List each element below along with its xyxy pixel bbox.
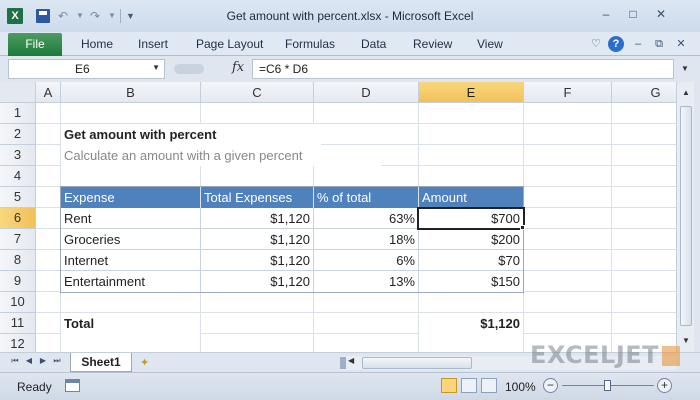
help-icon[interactable]: ? bbox=[608, 36, 624, 52]
table-cell[interactable]: $70 bbox=[419, 250, 523, 271]
next-sheet-icon[interactable]: ▶ bbox=[38, 356, 48, 365]
workbook-restore-button[interactable]: ⧉ bbox=[651, 36, 667, 52]
insert-function-icon[interactable]: fx bbox=[232, 60, 244, 75]
exceljet-watermark: EXCELJET bbox=[530, 341, 660, 369]
ribbon-collapse-icon[interactable]: ♡ bbox=[588, 36, 604, 52]
column-header-e[interactable]: E bbox=[419, 82, 524, 103]
table-cell[interactable]: $200 bbox=[419, 229, 523, 250]
workbook-close-button[interactable]: ✕ bbox=[673, 36, 689, 52]
normal-view-button[interactable] bbox=[441, 378, 457, 393]
tab-view[interactable]: View bbox=[477, 37, 503, 51]
zoom-level[interactable]: 100% bbox=[505, 380, 536, 394]
table-cell[interactable]: $1,120 bbox=[201, 229, 313, 250]
name-box[interactable]: E6 ▼ bbox=[8, 59, 165, 79]
column-header-a[interactable]: A bbox=[36, 82, 61, 103]
table-cell[interactable]: Rent bbox=[61, 208, 200, 229]
sheet-subtitle[interactable]: Calculate an amount with a given percent bbox=[61, 145, 381, 166]
fill-handle[interactable] bbox=[520, 225, 525, 230]
row-header-6[interactable]: 6 bbox=[0, 208, 36, 229]
first-sheet-icon[interactable]: ⏮ bbox=[10, 356, 20, 366]
table-cell[interactable]: 6% bbox=[314, 250, 418, 271]
scroll-up-icon[interactable]: ▲ bbox=[679, 86, 693, 100]
table-cell[interactable]: Groceries bbox=[61, 229, 200, 250]
close-window-button[interactable]: ✕ bbox=[652, 6, 670, 22]
name-box-value: E6 bbox=[75, 62, 90, 76]
table-cell[interactable]: $150 bbox=[419, 271, 523, 292]
row-header-10[interactable]: 10 bbox=[0, 292, 36, 313]
row-header-11[interactable]: 11 bbox=[0, 313, 36, 334]
page-layout-view-button[interactable] bbox=[461, 378, 477, 393]
tab-file[interactable]: File bbox=[8, 33, 62, 56]
tab-insert[interactable]: Insert bbox=[138, 37, 168, 51]
table-cell[interactable]: 63% bbox=[314, 208, 418, 229]
scroll-left-icon[interactable]: ◀ bbox=[348, 356, 354, 365]
row-header-2[interactable]: 2 bbox=[0, 124, 36, 145]
tab-review[interactable]: Review bbox=[413, 37, 452, 51]
zoom-out-button[interactable]: − bbox=[543, 378, 558, 393]
status-text: Ready bbox=[17, 380, 52, 394]
tab-page-layout[interactable]: Page Layout bbox=[196, 37, 263, 51]
formula-splitter[interactable] bbox=[174, 64, 204, 74]
tab-formulas[interactable]: Formulas bbox=[285, 37, 335, 51]
formula-input[interactable]: =C6 * D6 bbox=[252, 59, 674, 79]
formula-controls: fx bbox=[168, 59, 250, 79]
total-label[interactable]: Total bbox=[61, 313, 200, 334]
tab-split-handle[interactable] bbox=[340, 357, 346, 369]
active-cell-border[interactable] bbox=[417, 207, 525, 230]
table-cell[interactable]: $1,120 bbox=[201, 208, 313, 229]
total-value[interactable]: $1,120 bbox=[419, 313, 523, 334]
maximize-window-button[interactable]: □ bbox=[624, 6, 642, 22]
row-header-3[interactable]: 3 bbox=[0, 145, 36, 166]
row-header-8[interactable]: 8 bbox=[0, 250, 36, 271]
sheet-tab-sheet1[interactable]: Sheet1 bbox=[70, 353, 132, 372]
vertical-scrollbar[interactable]: ▲ ▼ bbox=[676, 82, 694, 352]
row-header-9[interactable]: 9 bbox=[0, 271, 36, 292]
exceljet-logo-icon bbox=[662, 346, 680, 366]
new-sheet-icon[interactable]: ✦ bbox=[140, 356, 149, 369]
table-cell[interactable]: $1,120 bbox=[201, 250, 313, 271]
row-header-12[interactable]: 12 bbox=[0, 334, 36, 352]
table-cell[interactable]: 18% bbox=[314, 229, 418, 250]
record-macro-icon[interactable] bbox=[65, 379, 80, 392]
zoom-slider-thumb[interactable] bbox=[604, 380, 611, 391]
vertical-scroll-thumb[interactable] bbox=[680, 106, 692, 326]
row-header-7[interactable]: 7 bbox=[0, 229, 36, 250]
horizontal-scroll-thumb[interactable] bbox=[362, 357, 472, 369]
column-header-f[interactable]: F bbox=[524, 82, 612, 103]
column-header-b[interactable]: B bbox=[61, 82, 201, 103]
row-header-1[interactable]: 1 bbox=[0, 103, 36, 124]
name-box-dropdown-icon[interactable]: ▼ bbox=[152, 63, 160, 72]
scroll-down-icon[interactable]: ▼ bbox=[679, 334, 693, 348]
table-cell[interactable]: $1,120 bbox=[201, 271, 313, 292]
row-header-4[interactable]: 4 bbox=[0, 166, 36, 187]
worksheet-grid[interactable]: A B C D E F G 1 2 3 4 5 6 7 8 9 10 11 12… bbox=[0, 82, 676, 352]
status-bar: Ready 100% − + bbox=[0, 372, 700, 400]
table-cell[interactable]: 13% bbox=[314, 271, 418, 292]
previous-sheet-icon[interactable]: ◀ bbox=[24, 356, 34, 365]
select-all-corner[interactable] bbox=[0, 82, 36, 103]
zoom-in-button[interactable]: + bbox=[657, 378, 672, 393]
workbook-minimize-button[interactable]: – bbox=[630, 36, 646, 52]
tab-home[interactable]: Home bbox=[81, 37, 113, 51]
column-header-c[interactable]: C bbox=[201, 82, 314, 103]
tab-data[interactable]: Data bbox=[361, 37, 386, 51]
sheet-title[interactable]: Get amount with percent bbox=[61, 124, 321, 145]
zoom-slider[interactable] bbox=[562, 380, 654, 391]
formula-bar: E6 ▼ fx =C6 * D6 ▼ bbox=[0, 57, 700, 81]
column-header-d[interactable]: D bbox=[314, 82, 419, 103]
column-header-g[interactable]: G bbox=[612, 82, 676, 103]
row-header-5[interactable]: 5 bbox=[0, 187, 36, 208]
window-title: Get amount with percent.xlsx - Microsoft… bbox=[226, 9, 474, 23]
title-bar: X ↶ ▼ ↷ ▼ ▼ Get amount with percent.xlsx… bbox=[0, 0, 700, 32]
table-cell[interactable]: Internet bbox=[61, 250, 200, 271]
expand-formula-bar-icon[interactable]: ▼ bbox=[678, 61, 692, 77]
last-sheet-icon[interactable]: ⏭ bbox=[52, 356, 62, 366]
page-break-view-button[interactable] bbox=[481, 378, 497, 393]
minimize-window-button[interactable]: – bbox=[597, 6, 615, 22]
table-cell[interactable]: Entertainment bbox=[61, 271, 200, 292]
